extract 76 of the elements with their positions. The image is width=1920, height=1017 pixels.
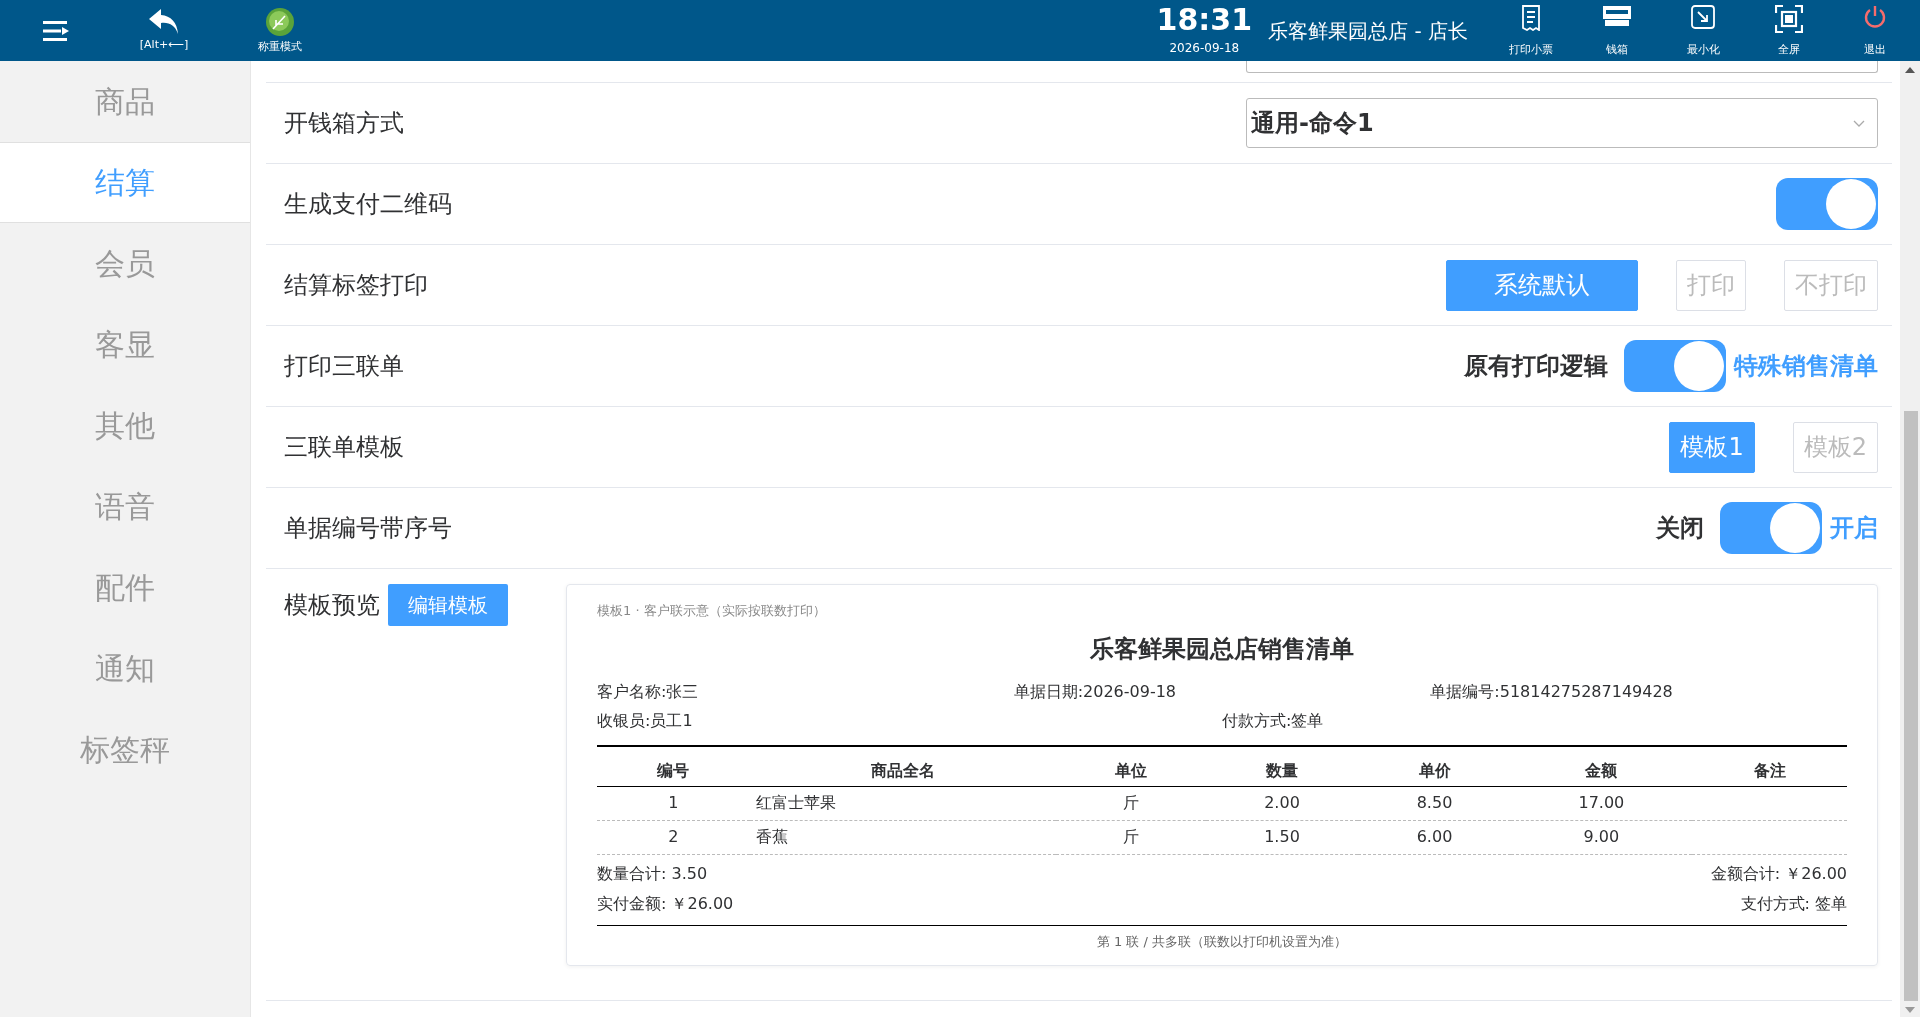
table-cell: 1.50 <box>1205 820 1359 854</box>
toggle-switch[interactable] <box>1720 502 1822 554</box>
menu-icon <box>43 20 69 41</box>
receipt-icon <box>1520 4 1542 31</box>
receipt-total: 数量合计: 3.50 <box>597 863 708 883</box>
column-header: 商品全名 <box>749 745 1056 786</box>
table-cell: 8.50 <box>1358 786 1511 820</box>
setting-label: 打印三联单 <box>284 351 404 382</box>
table-cell: 斤 <box>1055 786 1206 820</box>
minimize-icon <box>1691 4 1715 29</box>
table-cell: 2.00 <box>1205 786 1359 820</box>
receipt-field: 单据日期:2026-09-18 <box>1013 681 1177 701</box>
receipt-footnote: 第 1 联 / 共多联（联数以打印机设置为准） <box>1096 933 1348 949</box>
column-header: 数量 <box>1205 745 1359 786</box>
setting-label: 三联单模板 <box>284 432 404 463</box>
toggle-label: 特殊销售清单 <box>1734 351 1878 382</box>
option-button[interactable]: 打印 <box>1676 259 1746 311</box>
table-cell: 2 <box>597 820 750 854</box>
table-cell: 香蕉 <box>749 820 1056 854</box>
fullscreen-icon <box>1775 4 1803 33</box>
cash-drawer-button[interactable]: 钱箱 <box>1582 4 1652 57</box>
setting-label: 结算标签打印 <box>284 270 428 301</box>
fullscreen-button[interactable]: 全屏 <box>1754 4 1824 57</box>
setting-label: 生成支付二维码 <box>284 189 452 220</box>
option-button[interactable]: 系统默认 <box>1446 259 1638 311</box>
power-icon <box>1863 4 1887 29</box>
option-button[interactable]: 模板1 <box>1669 421 1755 473</box>
back-arrow-icon <box>149 9 179 36</box>
clock-date: 2026-09-18 <box>1169 39 1240 57</box>
receipt-total: 实付金额: ￥26.00 <box>597 893 734 913</box>
exit-button[interactable]: 退出 <box>1840 4 1910 57</box>
setting-label: 单据编号带序号 <box>284 513 452 544</box>
receipt-total: 金额合计: ￥26.00 <box>1710 863 1847 883</box>
table-cell: 红富士苹果 <box>749 786 1056 820</box>
table-cell: 17.00 <box>1510 786 1692 820</box>
scroll-down-icon[interactable] <box>1905 1007 1915 1013</box>
table-cell: 1 <box>597 786 750 820</box>
receipt-field: 客户名称:张三 <box>597 681 699 701</box>
receipt-field: 收银员:员工1 <box>597 710 693 730</box>
column-header: 编号 <box>597 745 750 786</box>
receipt-field: 付款方式:签单 <box>1222 710 1324 730</box>
toggle-switch[interactable] <box>1776 178 1878 230</box>
cash-drawer-icon <box>1602 4 1632 27</box>
back-button[interactable]: [Alt+⟵] <box>130 9 198 52</box>
column-header: 单价 <box>1358 745 1511 786</box>
toggle-switch[interactable] <box>1624 340 1726 392</box>
column-header: 单位 <box>1055 745 1206 786</box>
table-cell: 6.00 <box>1358 820 1511 854</box>
receipt-field: 单据编号:51814275287149428 <box>1430 681 1673 701</box>
toggle-label: 开启 <box>1830 513 1878 544</box>
print-receipt-button[interactable]: 打印小票 <box>1496 4 1566 57</box>
receipt-title: 乐客鲜果园总店销售清单 <box>1089 633 1355 665</box>
clock-time: 18:31 <box>1156 4 1253 35</box>
chevron-down-icon <box>1853 119 1865 127</box>
table-cell: 斤 <box>1055 820 1206 854</box>
store-name: 乐客鲜果园总店 - 店长 <box>1268 17 1468 45</box>
edit-template-button[interactable]: 编辑模板 <box>388 584 508 626</box>
select-field[interactable]: 通用-命令1 <box>1246 98 1878 148</box>
column-header: 备注 <box>1692 745 1847 786</box>
receipt-note: 模板1 · 客户联示意（实际按联数打印） <box>597 602 827 620</box>
scroll-up-icon[interactable] <box>1905 67 1915 73</box>
weigh-mode-button[interactable]: 称重模式 <box>246 7 314 54</box>
toggle-label: 原有打印逻辑 <box>1464 351 1608 382</box>
toggle-label: 关闭 <box>1656 513 1704 544</box>
receipt-total: 支付方式: 签单 <box>1740 893 1847 913</box>
setting-label: 模板预览 <box>284 590 380 621</box>
setting-label: 开钱箱方式 <box>284 108 404 139</box>
option-button[interactable]: 不打印 <box>1784 259 1878 311</box>
column-header: 金额 <box>1510 745 1692 786</box>
minimize-button[interactable]: 最小化 <box>1668 4 1738 57</box>
scrollbar-thumb[interactable] <box>1904 411 1918 1001</box>
select-field[interactable] <box>1246 61 1878 73</box>
table-cell: 9.00 <box>1510 820 1692 854</box>
cabbage-icon <box>265 7 295 38</box>
sidebar-item[interactable]: 结算 <box>0 142 250 223</box>
option-button[interactable]: 模板2 <box>1792 421 1878 473</box>
